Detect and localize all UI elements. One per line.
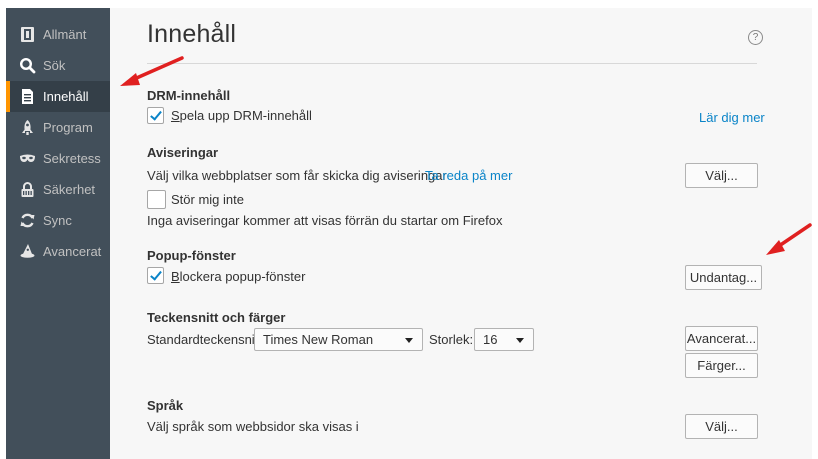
default-font-value: Times New Roman bbox=[263, 332, 374, 347]
default-font-select[interactable]: Times New Roman bbox=[254, 328, 423, 351]
chevron-down-icon bbox=[405, 338, 413, 343]
content-pane: Innehåll ? DRM-innehåll Spela upp DRM-in… bbox=[110, 8, 812, 459]
sidebar-item-privacy[interactable]: Sekretess bbox=[6, 143, 110, 174]
popup-exceptions-label: Undantag... bbox=[689, 270, 758, 285]
drm-accesskey: S bbox=[171, 108, 180, 123]
sidebar-item-label: Innehåll bbox=[43, 89, 89, 104]
sidebar: Allmänt Sök Innehåll Program Sekretess S… bbox=[6, 8, 110, 459]
language-choose-label: Välj... bbox=[705, 419, 738, 434]
sidebar-item-security[interactable]: Säkerhet bbox=[6, 174, 110, 205]
sidebar-item-label: Sök bbox=[43, 58, 66, 73]
content-icon bbox=[22, 89, 33, 104]
sidebar-item-label: Sekretess bbox=[43, 151, 101, 166]
font-size-value: 16 bbox=[483, 332, 498, 347]
notifications-heading: Aviseringar bbox=[147, 145, 219, 160]
lock-icon bbox=[21, 182, 34, 197]
drm-label-rest: pela upp DRM-innehåll bbox=[179, 108, 312, 123]
notifications-learn-more-link[interactable]: Ta reda på mer bbox=[425, 168, 512, 183]
language-choose-button[interactable]: Välj... bbox=[685, 414, 758, 439]
language-heading: Språk bbox=[147, 398, 184, 413]
sync-icon bbox=[20, 213, 35, 228]
chevron-down-icon bbox=[516, 338, 524, 343]
block-popups-checkbox[interactable] bbox=[147, 267, 164, 284]
sidebar-item-sync[interactable]: Sync bbox=[6, 205, 110, 236]
sidebar-item-label: Säkerhet bbox=[43, 182, 96, 197]
sidebar-item-search[interactable]: Sök bbox=[6, 50, 110, 81]
sidebar-item-label: Allmänt bbox=[43, 27, 87, 42]
drm-heading: DRM-innehåll bbox=[147, 88, 231, 103]
notifications-description: Välj vilka webbplatser som får skicka di… bbox=[147, 168, 447, 183]
rocket-icon bbox=[22, 120, 33, 135]
notifications-info: Inga aviseringar kommer att visas förrän… bbox=[147, 213, 503, 228]
sidebar-item-general[interactable]: Allmänt bbox=[6, 19, 110, 50]
font-size-label: Storlek: bbox=[429, 332, 474, 347]
colors-label: Färger... bbox=[697, 358, 746, 373]
title-divider bbox=[147, 63, 757, 64]
language-description: Välj språk som webbsidor ska visas i bbox=[147, 419, 359, 434]
sidebar-item-applications[interactable]: Program bbox=[6, 112, 110, 143]
block-popups-accesskey: B bbox=[171, 269, 180, 284]
page-title: Innehåll bbox=[147, 20, 237, 48]
block-popups-label-rest: lockera popup-fönster bbox=[179, 269, 306, 284]
colors-button[interactable]: Färger... bbox=[685, 353, 758, 378]
general-icon bbox=[21, 27, 34, 42]
block-popups-label[interactable]: Blockera popup-fönster bbox=[171, 269, 305, 285]
advanced-fonts-label: Avancerat... bbox=[686, 331, 757, 346]
do-not-disturb-label[interactable]: Stör mig inte bbox=[171, 192, 244, 208]
font-size-select[interactable]: 16 bbox=[474, 328, 534, 351]
notifications-choose-button[interactable]: Välj... bbox=[685, 163, 758, 188]
popup-exceptions-button[interactable]: Undantag... bbox=[685, 265, 762, 290]
drm-learn-more-link[interactable]: Lär dig mer bbox=[699, 110, 765, 125]
popups-heading: Popup-fönster bbox=[147, 248, 236, 263]
wizard-hat-icon bbox=[20, 244, 35, 258]
annotation-arrow-exceptions bbox=[766, 223, 812, 255]
fonts-heading: Teckensnitt och färger bbox=[147, 310, 286, 325]
sidebar-item-advanced[interactable]: Avancerat bbox=[6, 236, 110, 267]
sidebar-item-content[interactable]: Innehåll bbox=[6, 81, 110, 112]
notifications-choose-label: Välj... bbox=[705, 168, 738, 183]
annotation-arrow-content bbox=[120, 56, 184, 86]
default-font-label: Standardteckensnitt: bbox=[147, 332, 266, 347]
sidebar-item-label: Avancerat bbox=[43, 244, 102, 259]
advanced-fonts-button[interactable]: Avancerat... bbox=[685, 326, 758, 351]
drm-checkbox[interactable] bbox=[147, 107, 164, 124]
help-icon[interactable]: ? bbox=[748, 30, 763, 45]
do-not-disturb-checkbox[interactable] bbox=[147, 190, 166, 209]
search-icon bbox=[19, 57, 36, 74]
mask-icon bbox=[20, 154, 35, 162]
drm-checkbox-label[interactable]: Spela upp DRM-innehåll bbox=[171, 108, 312, 124]
sidebar-item-label: Sync bbox=[43, 213, 72, 228]
sidebar-item-label: Program bbox=[43, 120, 93, 135]
